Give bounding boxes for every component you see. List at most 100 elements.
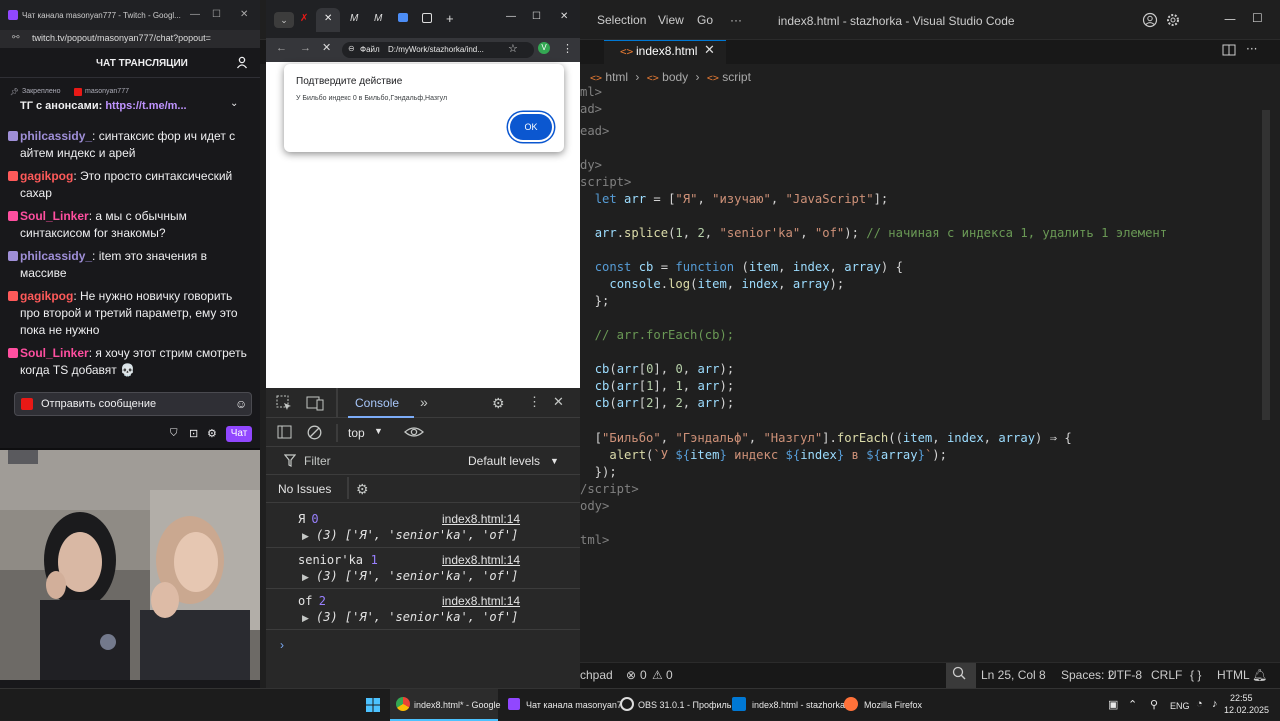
taskbar-item-twitch[interactable]: Чат канала masonyan7: [504, 689, 622, 721]
tab-list-icon[interactable]: ⌄: [274, 12, 294, 28]
status-encoding[interactable]: UTF-8: [1108, 668, 1142, 682]
twitch-url[interactable]: twitch.tv/popout/masonyan777/chat?popout…: [32, 33, 211, 43]
editor-scrollbar[interactable]: [1262, 110, 1270, 420]
issues-label[interactable]: No Issues: [278, 482, 331, 496]
account-icon[interactable]: [1142, 12, 1158, 28]
code-line[interactable]: tml>: [580, 532, 609, 549]
maximize-icon[interactable]: ☐: [212, 9, 221, 20]
menu-selection[interactable]: Selection: [597, 13, 646, 27]
split-editor-icon[interactable]: [1222, 43, 1236, 57]
windows-start-icon[interactable]: [366, 698, 380, 712]
close-devtools-icon[interactable]: ✕: [553, 394, 564, 410]
more-tabs-icon[interactable]: »: [420, 394, 428, 410]
log-array[interactable]: (3) ['Я', 'senior'ka', 'of']: [316, 610, 518, 624]
omnibox-url[interactable]: D:/myWork/stazhorka/ind...: [388, 45, 484, 54]
context-selector[interactable]: top: [348, 426, 365, 440]
taskbar-item-chrome[interactable]: index8.html* - Google: [390, 689, 501, 721]
channel-points-icon[interactable]: [21, 398, 33, 410]
tray-network-icon[interactable]: ⚲: [1150, 698, 1158, 711]
code-line[interactable]: let arr = ["Я", "изучаю", "JavaScript"];: [580, 191, 889, 208]
code-line[interactable]: };: [580, 293, 610, 310]
extension-icon[interactable]: V: [538, 42, 550, 54]
tab-m-icon[interactable]: M: [350, 13, 358, 24]
lock-icon[interactable]: ⊡: [189, 427, 198, 440]
tab-translate-icon[interactable]: [398, 13, 408, 22]
code-line[interactable]: /script>: [580, 481, 639, 498]
wifi-icon[interactable]: ◔: [1196, 698, 1203, 710]
chevron-down-icon[interactable]: ⌄: [230, 98, 238, 109]
log-array[interactable]: (3) ['Я', 'senior'ka', 'of']: [316, 528, 518, 542]
minimize-icon[interactable]: —: [506, 11, 516, 22]
status-errors[interactable]: 0: [640, 668, 647, 682]
site-info-icon[interactable]: ⚯: [12, 32, 20, 43]
log-array[interactable]: (3) ['Я', 'senior'ka', 'of']: [316, 569, 518, 583]
warnings-icon[interactable]: ⚠: [652, 668, 663, 682]
forward-icon[interactable]: →: [300, 42, 311, 54]
code-editor[interactable]: ml> ad> ead> dy> script> let arr = ["Я", "из…: [580, 84, 1268, 662]
more-options-icon[interactable]: ⋮: [528, 394, 541, 410]
errors-icon[interactable]: ⊗: [626, 668, 636, 682]
minimize-icon[interactable]: —: [190, 9, 200, 20]
caret-down-icon[interactable]: ▼: [550, 456, 559, 466]
site-info-icon[interactable]: ⊖: [348, 44, 355, 53]
tab-w-icon[interactable]: [422, 13, 432, 23]
menu-go[interactable]: Go: [697, 13, 713, 27]
dialog-ok-button[interactable]: OK: [510, 114, 552, 140]
emote-icon[interactable]: ☺: [235, 397, 247, 411]
chat-username[interactable]: Soul_Linker: [20, 346, 89, 360]
breadcrumb-html[interactable]: html: [605, 70, 628, 84]
code-line[interactable]: ad>: [580, 101, 602, 118]
caret-down-icon[interactable]: ▼: [374, 426, 383, 436]
more-actions-icon[interactable]: ···: [1246, 42, 1257, 56]
taskbar-item-firefox[interactable]: Mozilla Firefox: [840, 689, 940, 721]
bookmark-star-icon[interactable]: ☆: [508, 42, 518, 55]
code-line[interactable]: const cb = function (item, index, array)…: [580, 259, 903, 276]
pinned-message[interactable]: 📌︎ Закреплено masonyan777 ТГ с анонсами:…: [10, 86, 250, 120]
zoom-icon[interactable]: [952, 666, 966, 680]
new-tab-icon[interactable]: +: [446, 11, 454, 26]
status-left-label[interactable]: chpad: [580, 668, 613, 682]
code-line[interactable]: // arr.forEach(cb);: [580, 327, 734, 344]
log-source-link[interactable]: index8.html:14: [442, 594, 520, 608]
log-source-link[interactable]: index8.html:14: [442, 553, 520, 567]
status-language[interactable]: HTML: [1217, 668, 1250, 682]
code-line[interactable]: script>: [580, 174, 631, 191]
volume-icon[interactable]: ♪: [1212, 698, 1218, 710]
shield-icon[interactable]: ⛉: [170, 428, 178, 439]
live-expression-eye-icon[interactable]: [404, 425, 424, 439]
code-line[interactable]: arr.splice(1, 2, "senior'ka", "of"); // …: [580, 225, 1167, 242]
status-position[interactable]: Ln 25, Col 8: [981, 668, 1046, 682]
breadcrumb-script[interactable]: script: [722, 70, 751, 84]
code-line[interactable]: ml>: [580, 84, 602, 101]
code-line[interactable]: ["Бильбо", "Гэндальф", "Назгул"].forEach…: [580, 430, 1072, 447]
users-icon[interactable]: [236, 56, 249, 69]
menu-more[interactable]: ···: [730, 13, 742, 27]
youtube-tab-icon[interactable]: ✗: [300, 13, 308, 24]
pinned-link[interactable]: https://t.me/m...: [105, 100, 186, 112]
close-tab-icon[interactable]: ✕: [324, 13, 332, 24]
bell-icon[interactable]: 🔔︎: [1252, 668, 1267, 682]
code-line[interactable]: ead>: [580, 123, 609, 140]
status-warnings[interactable]: 0: [666, 668, 673, 682]
maximize-icon[interactable]: ☐: [532, 11, 541, 22]
close-icon[interactable]: ✕: [560, 11, 568, 22]
chat-username[interactable]: Soul_Linker: [20, 209, 89, 223]
clear-console-icon[interactable]: [307, 425, 322, 440]
code-line[interactable]: cb(arr[1], 1, arr);: [580, 378, 734, 395]
log-levels-dropdown[interactable]: Default levels: [468, 454, 540, 468]
taskbar-item-vscode[interactable]: index8.html - stazhorka: [728, 689, 845, 721]
status-eol[interactable]: CRLF: [1151, 668, 1182, 682]
code-line[interactable]: ody>: [580, 498, 609, 515]
code-line[interactable]: console.log(item, index, array);: [580, 276, 844, 293]
chat-username[interactable]: gagikpog: [20, 169, 73, 183]
sidebar-toggle-icon[interactable]: [277, 425, 292, 439]
console-settings-gear-icon[interactable]: ⚙: [356, 481, 369, 498]
chat-username[interactable]: philcassidy_: [20, 129, 92, 143]
device-toolbar-icon[interactable]: [306, 395, 324, 411]
omnibox[interactable]: ⊖ Файл D:/myWork/stazhorka/ind...: [342, 42, 534, 58]
chat-username[interactable]: philcassidy_: [20, 249, 92, 263]
filter-input[interactable]: Filter: [304, 454, 331, 468]
clock-date[interactable]: 12.02.2025: [1224, 705, 1269, 715]
tray-expand-icon[interactable]: ⌃: [1128, 698, 1137, 711]
braces-icon[interactable]: { }: [1190, 668, 1201, 682]
